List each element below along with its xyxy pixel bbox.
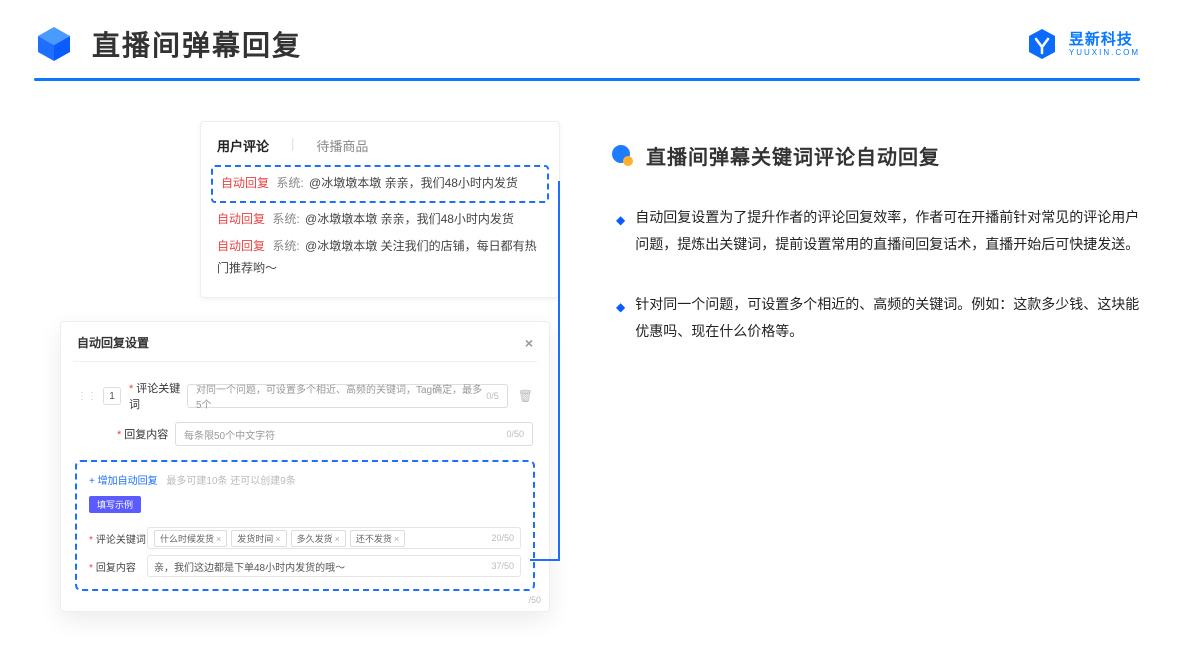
tab-pending-goods[interactable]: 待播商品 <box>316 136 368 155</box>
comment-text: @冰墩墩本墩 亲亲，我们48小时内发货 <box>305 212 514 226</box>
keyword-chip[interactable]: 还不发货× <box>350 530 405 547</box>
example-keyword-field[interactable]: 什么时候发货× 发货时间× 多久发货× 还不发货× 20/50 <box>147 527 521 549</box>
example-content-field[interactable]: 亲，我们这边都是下单48小时内发货的哦～ 37/50 <box>147 555 521 577</box>
modal-title: 自动回复设置 <box>77 334 149 351</box>
keyword-input[interactable]: 对同一个问题，可设置多个相近、高频的关键词，Tag确定，最多5个 0/5 <box>187 384 508 408</box>
content-count: 0/50 <box>506 429 524 439</box>
auto-reply-tag: 自动回复 <box>217 212 265 226</box>
comment-row: 自动回复 系统: @冰墩墩本墩 亲亲，我们48小时内发货 <box>217 209 543 231</box>
extra-count: /50 <box>528 595 541 605</box>
trash-icon[interactable]: 🗑 <box>518 389 533 403</box>
example-block: + 增加自动回复 最多可建10条 还可以创建9条 填写示例 *评论关键词 什么时… <box>75 460 535 591</box>
example-content-count: 37/50 <box>491 561 514 571</box>
keyword-chip[interactable]: 发货时间× <box>231 530 286 547</box>
content-label: 回复内容 <box>124 429 168 441</box>
example-keyword-count: 20/50 <box>491 533 514 543</box>
brand-url: YUUXIN.COM <box>1069 49 1140 57</box>
close-icon[interactable]: × <box>525 335 533 351</box>
diamond-icon: ◆ <box>616 296 625 344</box>
diamond-icon: ◆ <box>616 209 625 257</box>
comment-row-highlighted: 自动回复 系统: @冰墩墩本墩 亲亲，我们48小时内发货 <box>211 165 549 203</box>
rule-index: 1 <box>103 387 121 405</box>
content-placeholder: 每条限50个中文字符 <box>184 427 275 442</box>
add-auto-reply-link[interactable]: + 增加自动回复 <box>89 476 158 487</box>
keyword-placeholder: 对同一个问题，可设置多个相近、高频的关键词，Tag确定，最多5个 <box>196 381 486 411</box>
tab-user-comments[interactable]: 用户评论 <box>217 136 269 155</box>
comment-row: 自动回复 系统: @冰墩墩本墩 关注我们的店铺，每日都有热门推荐哟～ <box>217 236 543 279</box>
page-title: 直播间弹幕回复 <box>92 24 302 64</box>
example-content-label: 回复内容 <box>96 563 136 574</box>
example-content-value: 亲，我们这边都是下单48小时内发货的哦～ <box>154 559 345 574</box>
brand-block: 昱新科技 YUUXIN.COM <box>1025 27 1140 61</box>
logo-cube-icon <box>34 24 74 64</box>
system-label: 系统: <box>276 176 303 190</box>
brand-name: 昱新科技 <box>1069 32 1140 47</box>
example-keyword-label: 评论关键词 <box>96 535 146 546</box>
example-badge: 填写示例 <box>89 496 141 513</box>
auto-reply-tag: 自动回复 <box>221 176 269 190</box>
section-title: 直播间弹幕关键词评论自动回复 <box>646 141 940 170</box>
system-label: 系统: <box>272 239 299 253</box>
keyword-chip[interactable]: 什么时候发货× <box>154 530 227 547</box>
add-hint: 最多可建10条 还可以创建9条 <box>166 476 295 487</box>
chat-bubble-icon <box>610 143 636 169</box>
bullet-item: ◆自动回复设置为了提升作者的评论回复效率，作者可在开播前针对常见的评论用户问题，… <box>616 204 1140 257</box>
drag-handle-icon[interactable]: ⋮⋮ <box>77 391 97 402</box>
comments-panel: 用户评论 | 待播商品 自动回复 系统: @冰墩墩本墩 亲亲，我们48小时内发货… <box>200 121 560 298</box>
auto-reply-tag: 自动回复 <box>217 239 265 253</box>
keyword-count: 0/5 <box>486 391 499 401</box>
bullet-item: ◆针对同一个问题，可设置多个相近的、高频的关键词。例如：这款多少钱、这块能优惠吗… <box>616 291 1140 344</box>
auto-reply-settings-modal: 自动回复设置 × ⋮⋮ 1 *评论关键词 对同一个问题，可设置多个相近、高频的关… <box>60 321 550 612</box>
system-label: 系统: <box>272 212 299 226</box>
comment-text: @冰墩墩本墩 亲亲，我们48小时内发货 <box>309 176 518 190</box>
content-input[interactable]: 每条限50个中文字符 0/50 <box>175 422 533 446</box>
bullet-text: 针对同一个问题，可设置多个相近的、高频的关键词。例如：这款多少钱、这块能优惠吗、… <box>635 291 1140 344</box>
brand-logo-icon <box>1025 27 1059 61</box>
keyword-label: 评论关键词 <box>129 383 180 411</box>
keyword-chip[interactable]: 多久发货× <box>291 530 346 547</box>
tab-separator: | <box>291 136 294 155</box>
bullet-text: 自动回复设置为了提升作者的评论回复效率，作者可在开播前针对常见的评论用户问题，提… <box>635 204 1140 257</box>
